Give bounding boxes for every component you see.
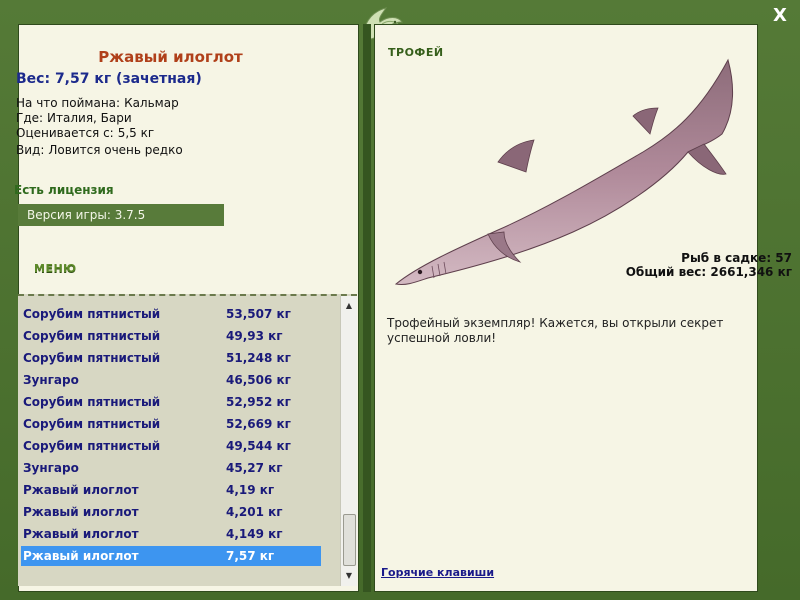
catch-fish-name: Ржавый илоглот bbox=[23, 505, 139, 519]
scroll-down-arrow-icon[interactable]: ▼ bbox=[341, 568, 357, 584]
catch-fish-weight: 51,248 кг bbox=[226, 351, 291, 365]
info-bait-label: На что поймана: bbox=[16, 96, 121, 110]
catch-fish-name: Зунгаро bbox=[23, 373, 79, 387]
catch-fish-weight: 4,19 кг bbox=[226, 483, 275, 497]
close-button[interactable]: X bbox=[770, 6, 790, 26]
catch-fish-name: Сорубим пятнистый bbox=[23, 417, 161, 431]
menu-button[interactable]: МЕНЮ bbox=[34, 262, 77, 275]
trophy-text: Трофейный экземпляр! Кажется, вы открыли… bbox=[387, 316, 724, 345]
catch-row[interactable]: Сорубим пятнистый 52,952 кг bbox=[21, 392, 321, 412]
catch-fish-name: Ржавый илоглот bbox=[23, 549, 139, 563]
fish-weight: Вес: 7,57 кг (зачетная) bbox=[16, 71, 202, 87]
catch-fish-weight: 4,149 кг bbox=[226, 527, 283, 541]
catch-row[interactable]: Сорубим пятнистый 52,669 кг bbox=[21, 414, 321, 434]
scroll-thumb[interactable] bbox=[343, 514, 356, 566]
catch-row-selected[interactable]: Ржавый илоглот 7,57 кг bbox=[21, 546, 321, 566]
catch-fish-weight: 49,544 кг bbox=[226, 439, 291, 453]
hotkeys-link[interactable]: Горячие клавиши bbox=[381, 566, 494, 579]
info-where-label: Где: bbox=[16, 111, 44, 125]
catch-row[interactable]: Сорубим пятнистый 49,544 кг bbox=[21, 436, 321, 456]
catch-row[interactable]: Сорубим пятнистый 49,93 кг bbox=[21, 326, 321, 346]
info-valued-value: 5,5 кг bbox=[117, 126, 155, 140]
info-valued-label: Оценивается с: bbox=[16, 126, 114, 140]
catch-fish-weight: 4,201 кг bbox=[226, 505, 283, 519]
catch-fish-weight: 53,507 кг bbox=[226, 307, 291, 321]
catch-row[interactable]: Ржавый илоглот 4,149 кг bbox=[21, 524, 321, 544]
version-bar: Версия игры: 3.7.5 bbox=[18, 204, 224, 226]
catch-fish-weight: 46,506 кг bbox=[226, 373, 291, 387]
catch-fish-weight: 52,669 кг bbox=[226, 417, 291, 431]
panel-divider bbox=[363, 24, 371, 592]
catch-fish-name: Зунгаро bbox=[23, 461, 79, 475]
info-where-value: Италия, Бари bbox=[47, 111, 132, 125]
catch-row[interactable]: Зунгаро 46,506 кг bbox=[21, 370, 321, 390]
catch-list-scrollbar[interactable]: ▲ ▼ bbox=[340, 296, 357, 586]
catch-row[interactable]: Сорубим пятнистый 53,507 кг bbox=[21, 304, 321, 324]
catch-fish-weight: 7,57 кг bbox=[226, 549, 275, 563]
fish-name: Ржавый илоглот bbox=[98, 48, 243, 66]
info-where: Где: Италия, Бари bbox=[16, 111, 132, 125]
info-bait: На что поймана: Кальмар bbox=[16, 96, 179, 110]
license-status: Есть лицензия bbox=[14, 183, 114, 197]
catch-row[interactable]: Сорубим пятнистый 51,248 кг bbox=[21, 348, 321, 368]
catch-row[interactable]: Зунгаро 45,27 кг bbox=[21, 458, 321, 478]
shark-image bbox=[394, 58, 734, 285]
catch-list[interactable]: Сорубим пятнистый 53,507 кг Сорубим пятнис… bbox=[18, 294, 357, 586]
catch-fish-name: Сорубим пятнистый bbox=[23, 329, 161, 343]
catch-fish-name: Сорубим пятнистый bbox=[23, 351, 161, 365]
info-valued: Оценивается с: 5,5 кг bbox=[16, 126, 154, 140]
catch-fish-weight: 45,27 кг bbox=[226, 461, 283, 475]
catch-fish-name: Ржавый илоглот bbox=[23, 483, 139, 497]
catch-fish-name: Сорубим пятнистый bbox=[23, 307, 161, 321]
info-kind: Вид: Ловится очень редко bbox=[16, 143, 183, 157]
catch-fish-name: Сорубим пятнистый bbox=[23, 439, 161, 453]
close-icon[interactable]: X bbox=[773, 5, 787, 26]
catch-row[interactable]: Ржавый илоглот 4,19 кг bbox=[21, 480, 321, 500]
info-bait-value: Кальмар bbox=[124, 96, 179, 110]
catch-fish-weight: 49,93 кг bbox=[226, 329, 283, 343]
info-kind-value: Ловится очень редко bbox=[48, 143, 183, 157]
catch-fish-weight: 52,952 кг bbox=[226, 395, 291, 409]
catch-fish-name: Сорубим пятнистый bbox=[23, 395, 161, 409]
scroll-up-arrow-icon[interactable]: ▲ bbox=[341, 298, 357, 314]
catch-fish-name: Ржавый илоглот bbox=[23, 527, 139, 541]
info-kind-label: Вид: bbox=[16, 143, 45, 157]
catch-row[interactable]: Ржавый илоглот 4,201 кг bbox=[21, 502, 321, 522]
